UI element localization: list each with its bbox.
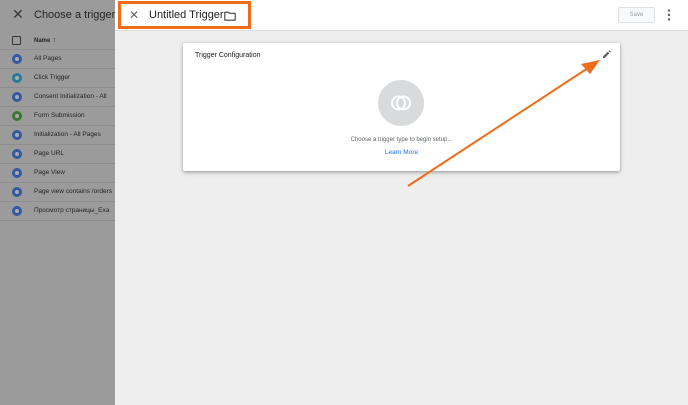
trigger-editor: ✕ Untitled Trigger Save Trigger Configur… [115,0,688,405]
learn-more-link[interactable]: Learn More [183,149,620,156]
pencil-edit-icon[interactable] [602,50,611,59]
more-vert-icon[interactable] [665,8,673,22]
pageview-icon [12,206,22,216]
pageview-icon [12,168,22,178]
name-column-header[interactable]: Name ↑ [34,37,56,44]
pageview-icon [12,54,22,64]
trigger-type-placeholder[interactable] [378,80,424,126]
trigger-item-label: Form Submission [34,112,85,119]
trigger-type-icon [391,95,411,111]
trigger-list-item[interactable]: Page URL [0,145,115,164]
trigger-list: All Pages Click Trigger Consent Initiali… [0,50,115,221]
trigger-item-label: Initialization - All Pages [34,131,101,138]
pageview-icon [12,187,22,197]
trigger-item-label: Page View [34,169,65,176]
trigger-picker-header: ✕ Choose a trigger [0,0,115,33]
close-icon[interactable]: ✕ [129,9,139,21]
init-icon [12,130,22,140]
trigger-list-item[interactable]: Click Trigger [0,69,115,88]
trigger-list-item[interactable]: Просмотр страницы_Exa [0,202,115,221]
trigger-configuration-card[interactable]: Trigger Configuration Choose a trigger t… [183,43,620,171]
select-all-checkbox[interactable] [12,36,21,45]
trigger-name-title[interactable]: Untitled Trigger [149,9,224,21]
trigger-list-header: Name ↑ [0,33,115,50]
save-button[interactable]: Save [618,7,655,23]
sort-arrow-icon: ↑ [52,37,56,44]
trigger-item-label: Consent Initialization - All [34,93,107,100]
trigger-item-label: Click Trigger [34,74,71,81]
trigger-item-label: Просмотр страницы_Exa [34,207,110,214]
trigger-list-item[interactable]: Page view contains /orders [0,183,115,202]
close-icon[interactable]: ✕ [11,8,25,22]
consent-icon [12,92,22,102]
trigger-picker-panel: ✕ Choose a trigger Name ↑ All Pages Click… [0,0,115,405]
trigger-hint-text: Choose a trigger type to begin setup... [350,137,453,143]
trigger-picker-title: Choose a trigger [34,9,115,21]
click-icon [12,73,22,83]
trigger-list-item[interactable]: Initialization - All Pages [0,126,115,145]
trigger-list-item[interactable]: Form Submission [0,107,115,126]
trigger-item-label: All Pages [34,55,62,62]
pageview-icon [12,149,22,159]
trigger-item-label: Page URL [34,150,64,157]
editor-toolbar: ✕ Untitled Trigger Save [115,0,688,31]
title-highlight-box: ✕ Untitled Trigger [118,1,251,29]
form-icon [12,111,22,121]
trigger-item-label: Page view contains /orders [34,188,113,195]
trigger-list-item[interactable]: Consent Initialization - All [0,88,115,107]
folder-icon[interactable] [224,11,236,21]
trigger-list-item[interactable]: All Pages [0,50,115,69]
trigger-list-item[interactable]: Page View [0,164,115,183]
card-title: Trigger Configuration [195,52,261,59]
